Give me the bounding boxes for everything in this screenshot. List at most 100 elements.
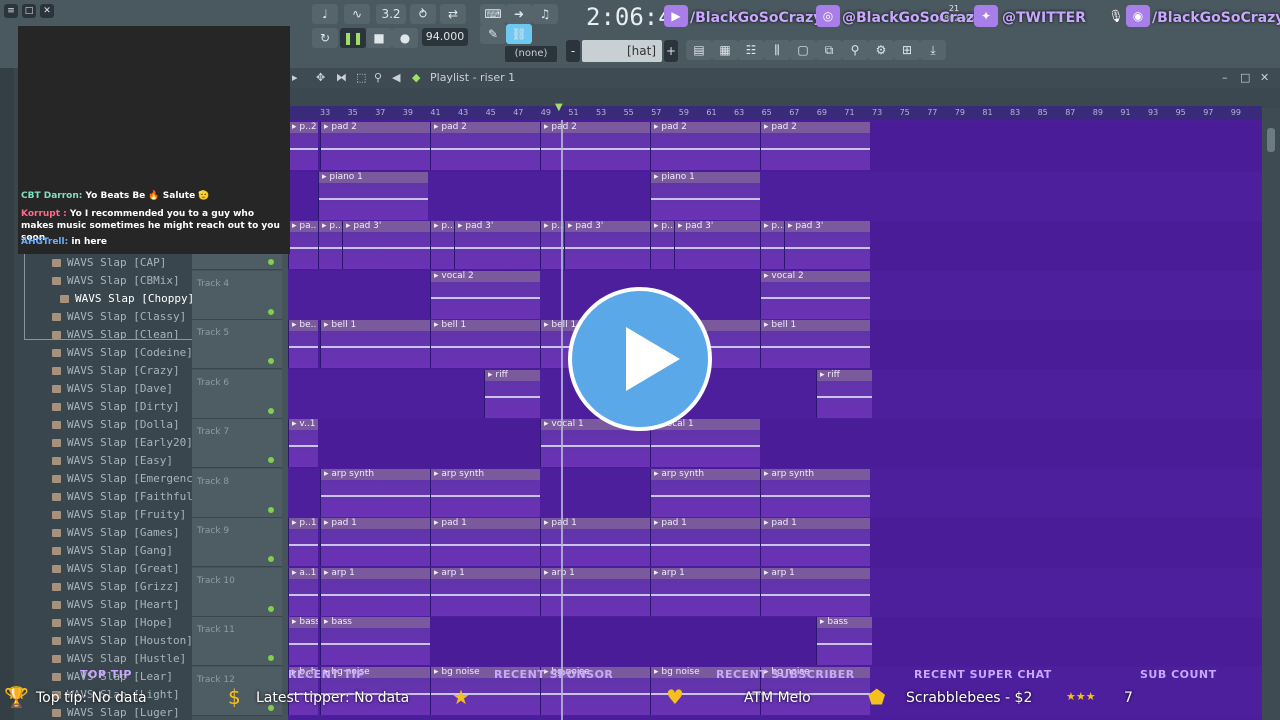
- playlist-grid[interactable]: ▸ p..2 ▸ pad 2 ▸ pad 2 ▸ pad 2 ▸ pad 2 ▸ pad …: [288, 108, 1262, 720]
- audio-clip[interactable]: ▸ arp synth: [320, 468, 430, 517]
- audio-clip[interactable]: ▸ pad 1: [320, 518, 430, 566]
- track-mute-led[interactable]: [268, 407, 274, 414]
- browser-item[interactable]: WAVS Slap [Codeine]: [52, 344, 193, 362]
- browser-item[interactable]: WAVS Slap [Hope]: [52, 614, 173, 632]
- audio-clip[interactable]: ▸ arp synth: [650, 468, 760, 517]
- audio-clip[interactable]: ▸ pad 3': [454, 221, 540, 269]
- browser-item[interactable]: WAVS Slap [Crazy]: [52, 362, 180, 380]
- menu-icon[interactable]: ≡: [4, 4, 18, 18]
- timeline-ruler[interactable]: 33 35 37 39 41 43 45 47 49 51 53 55 57 59 61 63 65 67 69 71…: [288, 102, 1262, 120]
- browser-item[interactable]: WAVS Slap [Easy]: [52, 452, 173, 470]
- audio-clip[interactable]: ▸ p...: [430, 221, 454, 269]
- audio-clip[interactable]: ▸ pad 3': [564, 221, 650, 269]
- audio-clip[interactable]: ▸ arp 1: [540, 567, 650, 616]
- mic-icon[interactable]: ⚲: [842, 40, 868, 60]
- track-mute-led[interactable]: [268, 259, 274, 265]
- snap-button[interactable]: 3.2: [376, 4, 406, 24]
- playlist-icon[interactable]: ▤: [686, 40, 712, 60]
- metronome-icon[interactable]: ♩: [312, 4, 338, 24]
- audio-clip[interactable]: ▸ pad 2: [540, 122, 650, 170]
- record-button[interactable]: ●: [392, 28, 418, 48]
- browser-item[interactable]: WAVS Slap [Grizz]: [52, 578, 180, 596]
- playlist-lane[interactable]: ▸ vocal 2 ▸ vocal 2: [288, 270, 1262, 320]
- audio-clip[interactable]: ▸ arp synth: [760, 468, 870, 517]
- bell-icon[interactable]: ♫: [532, 4, 558, 24]
- audio-clip[interactable]: ▸ arp 1: [320, 567, 430, 616]
- brush-icon[interactable]: ✥: [316, 68, 325, 88]
- browser-item[interactable]: WAVS Slap [Dave]: [52, 380, 173, 398]
- playlist-lane[interactable]: ▸ p..2 ▸ pad 2 ▸ pad 2 ▸ pad 2 ▸ pad 2 ▸ pad …: [288, 122, 1262, 171]
- browser-item[interactable]: WAVS Slap [Dirty]: [52, 398, 180, 416]
- track-header[interactable]: Track 4: [192, 270, 282, 320]
- playlist-lane[interactable]: ▸ piano 1 ▸ piano 1: [288, 171, 1262, 221]
- audio-clip[interactable]: ▸ pad 2: [650, 122, 760, 170]
- audio-clip[interactable]: ▸ v..1: [288, 419, 318, 467]
- playlist-lane[interactable]: ▸ arp synth ▸ arp synth ▸ arp synth ▸ arp s…: [288, 468, 1262, 518]
- arrow-icon[interactable]: ➜: [506, 4, 532, 24]
- audio-clip[interactable]: ▸ p...: [318, 221, 342, 269]
- audio-clip[interactable]: ▸ pad 1: [650, 518, 760, 566]
- audio-clip[interactable]: ▸ pad 3': [342, 221, 430, 269]
- lane-area[interactable]: ▸ p..2 ▸ pad 2 ▸ pad 2 ▸ pad 2 ▸ pad 2 ▸ pad …: [288, 122, 1262, 720]
- audio-clip[interactable]: ▸ p..1: [288, 518, 318, 566]
- audio-clip[interactable]: ▸ arp 1: [650, 567, 760, 616]
- audio-clip[interactable]: ▸ pad 2: [430, 122, 540, 170]
- arrow-icon[interactable]: ▸: [292, 68, 298, 88]
- playhead-marker-icon[interactable]: ▼: [555, 102, 563, 113]
- playlist-lane[interactable]: ▸ bass ▸ bass ▸ bass: [288, 617, 1262, 666]
- pattern-selector[interactable]: (none): [505, 46, 557, 62]
- browser-item[interactable]: WAVS Slap [Hustle]: [52, 650, 186, 668]
- track-mute-led[interactable]: [268, 506, 274, 513]
- piano-roll-icon[interactable]: ▦: [712, 40, 738, 60]
- playlist-lane[interactable]: ▸ be..▸ bell 1▸ bell 1▸ bell 1▸ bell 1▸ …: [288, 320, 1262, 369]
- track-mute-led[interactable]: [268, 556, 274, 562]
- audio-clip[interactable]: ▸ arp synth: [430, 468, 540, 517]
- browser-item[interactable]: WAVS Slap [Dolla]: [52, 416, 180, 434]
- audio-clip[interactable]: ▸ vocal 2: [430, 270, 540, 319]
- channel-selector[interactable]: [hat]: [582, 40, 662, 62]
- track-mute-led[interactable]: [268, 308, 274, 315]
- track-header[interactable]: Track 6: [192, 369, 282, 419]
- pattern-song-toggle-icon[interactable]: ↻: [312, 28, 338, 48]
- playlist-lane[interactable]: ▸ p..1 ▸ pad 1 ▸ pad 1 ▸ pad 1 ▸ pad 1 ▸ pad …: [288, 518, 1262, 567]
- audio-clip[interactable]: ▸ bass: [320, 617, 430, 665]
- mixer-icon[interactable]: ⫼: [764, 40, 790, 60]
- audio-clip[interactable]: ▸ pad 1: [760, 518, 870, 566]
- audio-clip[interactable]: ▸ piano 1: [318, 171, 428, 220]
- download-icon[interactable]: ⤓: [920, 40, 946, 60]
- track-mute-led[interactable]: [268, 457, 274, 463]
- browser-item[interactable]: WAVS Slap [Great]: [52, 560, 180, 578]
- browser-icon[interactable]: ▢: [790, 40, 816, 60]
- track-mute-led[interactable]: [268, 358, 274, 364]
- channel-prev-icon[interactable]: -: [566, 40, 580, 62]
- zoom-icon[interactable]: ⚲: [374, 68, 382, 88]
- browser-item[interactable]: WAVS Slap [Fruity]: [52, 506, 186, 524]
- audio-clip[interactable]: ▸ bass: [816, 617, 872, 665]
- close-icon[interactable]: ✕: [1260, 68, 1269, 88]
- track-mute-led[interactable]: [268, 605, 274, 612]
- audio-clip[interactable]: ▸ bell 1: [430, 320, 540, 368]
- audio-clip[interactable]: ▸ p...: [650, 221, 674, 269]
- audio-clip[interactable]: ▸ pad 3': [784, 221, 870, 269]
- audio-clip[interactable]: ▸ bass: [288, 617, 318, 665]
- audio-clip[interactable]: ▸ bell 1: [760, 320, 870, 368]
- channel-next-icon[interactable]: +: [664, 40, 678, 62]
- channel-rack-icon[interactable]: ☷: [738, 40, 764, 60]
- track-mute-led[interactable]: [268, 655, 274, 661]
- track-header[interactable]: Track 8: [192, 468, 282, 518]
- step-edit-icon[interactable]: ⇄: [440, 4, 466, 24]
- select-icon[interactable]: ⬚: [356, 68, 366, 88]
- cpu-monitor-icon[interactable]: ⊞: [894, 40, 920, 60]
- audio-clip[interactable]: ▸ pa..: [288, 221, 318, 269]
- keyboard-icon[interactable]: ⌨: [480, 4, 506, 24]
- audio-clip[interactable]: ▸ pad 1: [430, 518, 540, 566]
- track-header[interactable]: Track 10: [192, 567, 282, 617]
- audio-clip[interactable]: ▸ bell 1: [320, 320, 430, 368]
- playlist-lane[interactable]: ▸ a..1 ▸ arp 1 ▸ arp 1 ▸ arp 1 ▸ arp 1 ▸ arp …: [288, 567, 1262, 617]
- audio-clip[interactable]: ▸ vocal 2: [760, 270, 870, 319]
- audio-clip[interactable]: ▸ pad 2: [320, 122, 430, 170]
- brush-icon[interactable]: ✎: [480, 24, 506, 44]
- track-header[interactable]: Track 9: [192, 518, 282, 567]
- track-header[interactable]: Track 7: [192, 419, 282, 468]
- playhead[interactable]: [561, 108, 563, 720]
